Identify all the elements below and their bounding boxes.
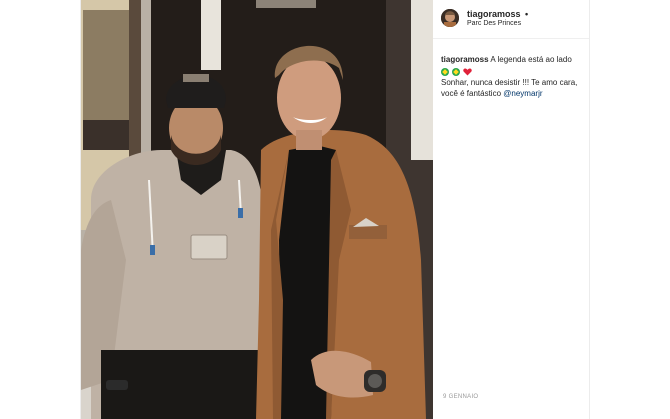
caption-line-1: A legenda está ao lado: [490, 55, 572, 64]
post-location[interactable]: Parc Des Princes: [467, 20, 521, 27]
caption-username[interactable]: tiagoramoss: [441, 55, 489, 64]
heart-shape: [463, 68, 473, 76]
username-separator: •: [525, 9, 529, 19]
post-header: tiagoramoss • Parc Des Princes: [433, 0, 589, 39]
post-date[interactable]: 9 GENNAIO: [443, 394, 478, 400]
caption-emojis: [441, 66, 473, 77]
avatar-image: [441, 9, 459, 27]
post-sidebar: tiagoramoss • Parc Des Princes tiagoramo…: [433, 0, 589, 419]
brazil-flag-icon: [452, 67, 461, 76]
post-caption: tiagoramoss A legenda está ao lado Sonha…: [441, 54, 587, 99]
post-username[interactable]: tiagoramoss •: [467, 9, 528, 19]
avatar[interactable]: [441, 9, 459, 27]
username-text[interactable]: tiagoramoss: [467, 9, 521, 19]
red-heart-icon: [463, 68, 473, 76]
brazil-flag-icon: [441, 67, 449, 76]
post-photo[interactable]: [81, 0, 433, 419]
caption-mention[interactable]: @neymarjr: [503, 89, 542, 98]
post-photo-image: [81, 0, 433, 419]
